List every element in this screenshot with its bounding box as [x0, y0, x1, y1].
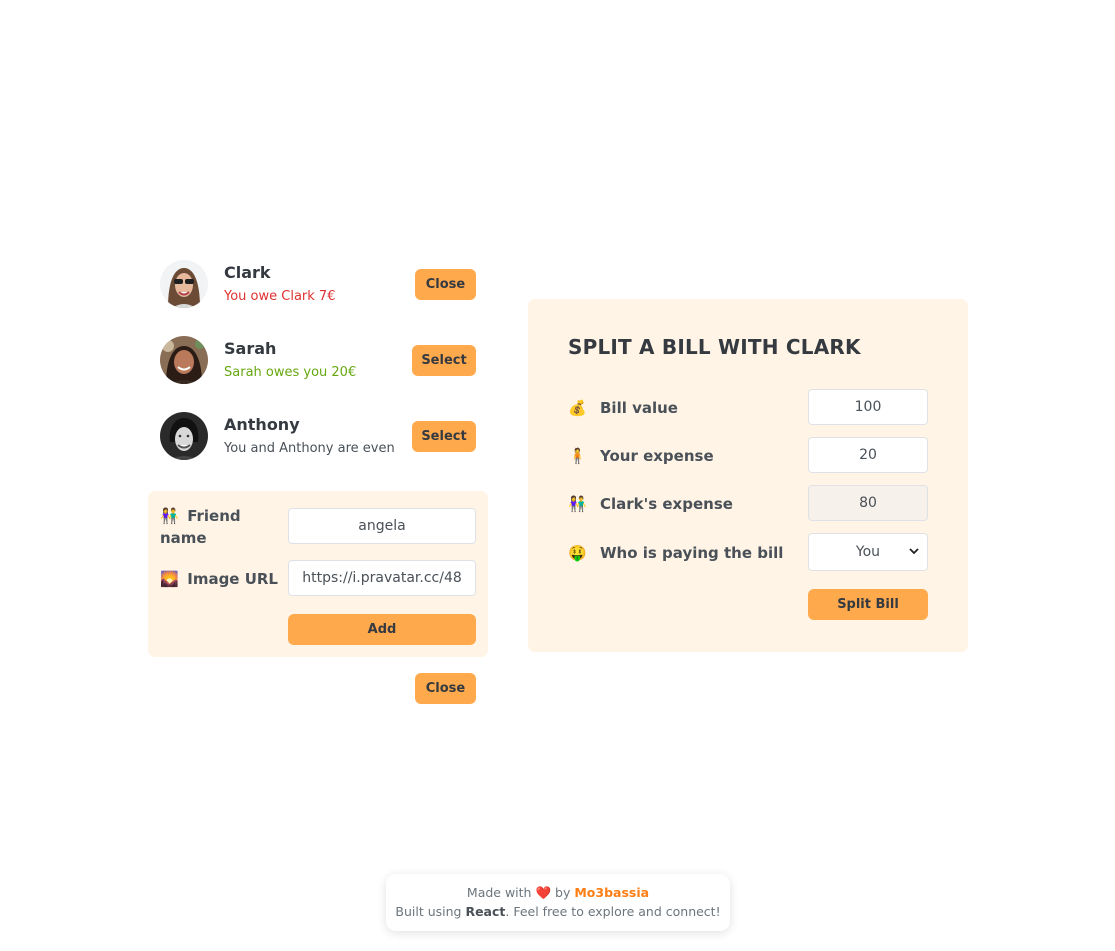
money-bag-icon: 💰	[568, 399, 587, 417]
footer: Made with ❤️ by Mo3bassia Built using Re…	[386, 874, 730, 931]
author-link[interactable]: Mo3bassia	[574, 885, 649, 900]
your-expense-input[interactable]: 20	[808, 437, 928, 473]
footer-note: Built using React. Feel free to explore …	[395, 904, 721, 919]
your-expense-label: 🧍 Your expense	[568, 447, 714, 465]
people-icon: 👫	[160, 507, 179, 525]
friend-expense-input: 80	[808, 485, 928, 521]
payer-select-value: You	[855, 544, 881, 560]
friend-name: Sarah	[224, 339, 277, 358]
close-friend-button[interactable]: Close	[415, 269, 476, 300]
add-friend-button[interactable]: Add	[288, 614, 476, 645]
image-icon: 🌄	[160, 570, 179, 588]
money-face-icon: 🤑	[568, 544, 587, 562]
friend-name-input[interactable]: angela	[288, 508, 476, 544]
friend-item-sarah: Sarah Sarah owes you 20€ Select	[160, 336, 476, 384]
heart-icon: ❤️	[535, 885, 552, 900]
people-icon: 👫	[568, 495, 587, 513]
friend-item-anthony: Anthony You and Anthony are even Select	[160, 412, 476, 460]
friend-balance: You and Anthony are even	[224, 441, 395, 456]
friend-balance: You owe Clark 7€	[224, 289, 336, 304]
friend-balance: Sarah owes you 20€	[224, 365, 357, 380]
avatar	[160, 260, 208, 308]
split-title: SPLIT A BILL WITH CLARK	[568, 335, 861, 359]
split-bill-button[interactable]: Split Bill	[808, 589, 928, 620]
chevron-down-icon	[909, 548, 919, 555]
friend-name-label: 👫 Friend name	[160, 507, 241, 547]
add-friend-form: 👫 Friend name angela 🌄 Image URL https:/…	[148, 491, 488, 657]
image-url-input[interactable]: https://i.pravatar.cc/48	[288, 560, 476, 596]
friend-expense-label: 👫 Clark's expense	[568, 495, 733, 513]
select-friend-button[interactable]: Select	[412, 345, 476, 376]
avatar	[160, 412, 208, 460]
friend-name: Anthony	[224, 415, 300, 434]
payer-label: 🤑 Who is paying the bill	[568, 544, 784, 562]
bill-value-label: 💰 Bill value	[568, 399, 678, 417]
friend-item-clark: Clark You owe Clark 7€ Close	[160, 260, 476, 308]
bill-value-input[interactable]: 100	[808, 389, 928, 425]
image-url-label: 🌄 Image URL	[160, 570, 278, 588]
app: Clark You owe Clark 7€ Close Sarah Sarah…	[0, 0, 1115, 951]
select-friend-button[interactable]: Select	[412, 421, 476, 452]
close-add-form-button[interactable]: Close	[415, 673, 476, 704]
payer-select[interactable]: You	[808, 533, 928, 571]
footer-credit: Made with ❤️ by Mo3bassia	[466, 885, 650, 900]
avatar	[160, 336, 208, 384]
split-bill-form: SPLIT A BILL WITH CLARK 💰 Bill value 100 …	[528, 299, 968, 652]
friend-name: Clark	[224, 263, 271, 282]
person-icon: 🧍	[568, 447, 587, 465]
